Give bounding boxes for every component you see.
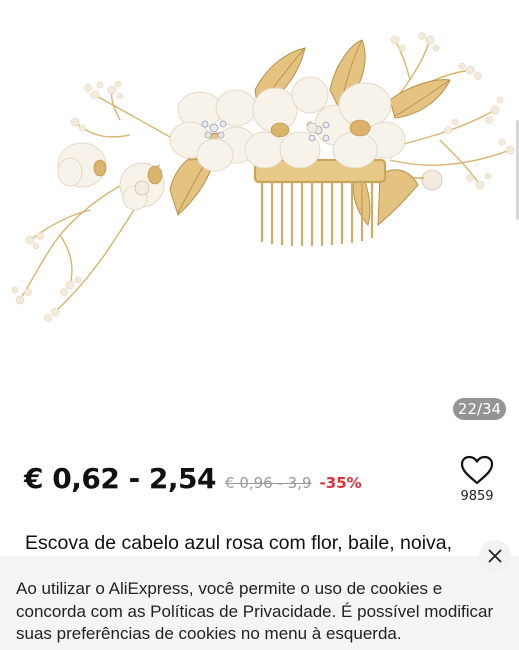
close-icon[interactable] <box>488 549 502 563</box>
price-range: € 0,62 - 2,54 <box>24 462 217 495</box>
product-image <box>11 32 515 322</box>
product-title: Escova de cabelo azul rosa com flor, bai… <box>25 532 453 554</box>
original-price: € 0,96 - 3,9 <box>225 474 312 492</box>
heart-icon[interactable] <box>460 455 494 485</box>
product-image-gallery[interactable] <box>0 0 519 428</box>
price-row: € 0,62 - 2,54 € 0,96 - 3,9 -35% <box>24 462 362 502</box>
cookie-banner: Ao utilizar o AliExpress, você permite o… <box>0 556 519 650</box>
wishlist-count: 9859 <box>460 489 494 504</box>
cookie-banner-text: Ao utilizar o AliExpress, você permite o… <box>16 579 494 643</box>
image-counter-badge: 22/34 <box>453 398 506 420</box>
cookie-close-button[interactable] <box>479 540 511 572</box>
wishlist-button[interactable]: 9859 <box>456 455 498 513</box>
discount-badge: -35% <box>319 474 362 492</box>
